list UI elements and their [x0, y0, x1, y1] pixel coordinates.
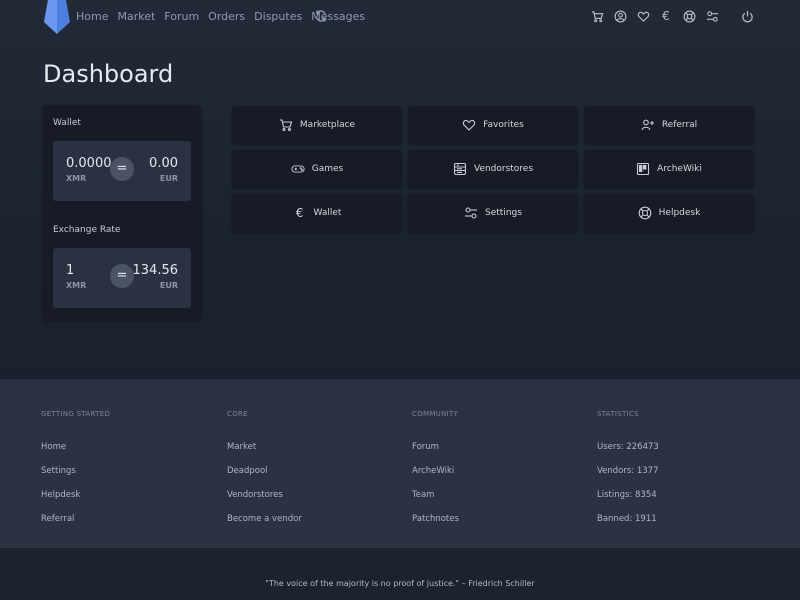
footer-heading: STATISTICS	[597, 410, 639, 418]
toggles-icon	[465, 207, 478, 219]
footer-link-forum[interactable]: Forum	[412, 442, 459, 466]
tile-helpdesk[interactable]: Helpdesk	[584, 194, 754, 232]
heart-icon[interactable]	[636, 8, 650, 24]
tile-label: Vendorstores	[473, 164, 534, 174]
wallet-xmr-value: 0.0000	[66, 156, 112, 171]
tile-label: Marketplace	[299, 120, 356, 130]
footer-link-team[interactable]: Team	[412, 490, 459, 514]
lifebuoy-icon[interactable]	[682, 8, 696, 24]
stat-users: Users: 226473	[597, 442, 659, 452]
logo-icon[interactable]	[44, 0, 70, 34]
stat-listings: Listings: 8354	[597, 490, 657, 500]
user-plus-icon	[641, 119, 654, 131]
page-title: Dashboard	[43, 60, 174, 88]
rate-xmr-value: 1	[66, 263, 75, 278]
tile-favorites[interactable]: Favorites	[408, 106, 578, 144]
cart-icon	[279, 119, 293, 132]
heart-icon	[463, 119, 476, 131]
nav-icons: €	[590, 8, 754, 24]
exchange-rate-label: Exchange Rate	[53, 225, 121, 235]
footer-quote: "The voice of the majority is no proof o…	[265, 579, 535, 588]
footer-link-patchnotes[interactable]: Patchnotes	[412, 514, 459, 538]
user-icon[interactable]	[613, 8, 627, 24]
tile-games[interactable]: Games	[232, 150, 402, 188]
rate-xmr-currency: XMR	[66, 281, 87, 290]
cart-icon[interactable]	[590, 8, 604, 24]
equals-icon: =	[110, 264, 134, 288]
power-icon[interactable]	[740, 8, 754, 24]
rate-eur-currency: EUR	[159, 281, 178, 290]
tile-label: ArcheWiki	[657, 164, 702, 174]
stat-banned: Banned: 1911	[597, 514, 657, 524]
nav-disputes[interactable]: Disputes	[254, 10, 302, 23]
tile-label: Games	[311, 164, 344, 174]
tile-marketplace[interactable]: Marketplace	[232, 106, 402, 144]
store-icon	[453, 162, 467, 176]
footer-column-core: CORE Market Deadpool Vendorstores Become…	[227, 410, 302, 538]
stat-vendors: Vendors: 1377	[597, 466, 659, 476]
nav-orders[interactable]: Orders	[208, 10, 245, 23]
footer-link-market[interactable]: Market	[227, 442, 302, 466]
footer-link-deadpool[interactable]: Deadpool	[227, 466, 302, 490]
tile-label: Wallet	[313, 208, 342, 218]
wallet-card: Wallet 0.0000 XMR = 0.00 EUR Exchange Ra…	[43, 105, 201, 320]
tile-label: Settings	[485, 208, 522, 218]
toggles-icon[interactable]	[705, 8, 719, 24]
euro-icon[interactable]: €	[659, 8, 673, 24]
nav-market[interactable]: Market	[117, 10, 155, 23]
refresh-icon[interactable]	[314, 9, 328, 23]
tile-label: Favorites	[483, 120, 524, 130]
footer-bottom-bar: "The voice of the majority is no proof o…	[0, 548, 800, 600]
tile-archewiki[interactable]: ArcheWiki	[584, 150, 754, 188]
footer-link-helpdesk[interactable]: Helpdesk	[41, 490, 110, 514]
footer: GETTING STARTED Home Settings Helpdesk R…	[0, 379, 800, 548]
footer-link-settings[interactable]: Settings	[41, 466, 110, 490]
gamepad-icon	[291, 165, 305, 173]
nav-home[interactable]: Home	[76, 10, 108, 23]
top-nav: Home Market Forum Orders Disputes Messag…	[0, 0, 800, 34]
footer-link-home[interactable]: Home	[41, 442, 110, 466]
tile-wallet[interactable]: € Wallet	[232, 194, 402, 232]
wallet-eur-currency: EUR	[159, 174, 178, 183]
footer-heading: CORE	[227, 410, 248, 418]
wallet-xmr-currency: XMR	[66, 174, 87, 183]
tile-settings[interactable]: Settings	[408, 194, 578, 232]
wallet-eur-value: 0.00	[149, 156, 178, 171]
footer-heading: GETTING STARTED	[41, 410, 111, 418]
tile-label: Referral	[661, 120, 698, 130]
footer-link-archewiki[interactable]: ArcheWiki	[412, 466, 459, 490]
footer-link-referral[interactable]: Referral	[41, 514, 110, 538]
lifebuoy-icon	[638, 206, 652, 220]
footer-heading: COMMUNITY	[412, 410, 459, 418]
footer-link-vendorstores[interactable]: Vendorstores	[227, 490, 302, 514]
rate-eur-value: 134.56	[132, 263, 179, 278]
footer-link-become-vendor[interactable]: Become a vendor	[227, 514, 302, 538]
footer-column-community: COMMUNITY Forum ArcheWiki Team Patchnote…	[412, 410, 459, 538]
equals-icon: =	[110, 157, 134, 181]
wallet-label: Wallet	[53, 118, 81, 128]
nav-forum[interactable]: Forum	[164, 10, 199, 23]
euro-icon: €	[295, 206, 304, 220]
board-icon	[637, 162, 650, 176]
tile-referral[interactable]: Referral	[584, 106, 754, 144]
wallet-balance-box: 0.0000 XMR = 0.00 EUR	[53, 141, 191, 201]
exchange-rate-box: 1 XMR = 134.56 EUR	[53, 248, 191, 308]
tile-label: Helpdesk	[658, 208, 701, 218]
footer-column-getting-started: GETTING STARTED Home Settings Helpdesk R…	[41, 410, 110, 538]
footer-column-statistics: STATISTICS Users: 226473 Vendors: 1377 L…	[597, 410, 659, 538]
tile-vendorstores[interactable]: Vendorstores	[408, 150, 578, 188]
